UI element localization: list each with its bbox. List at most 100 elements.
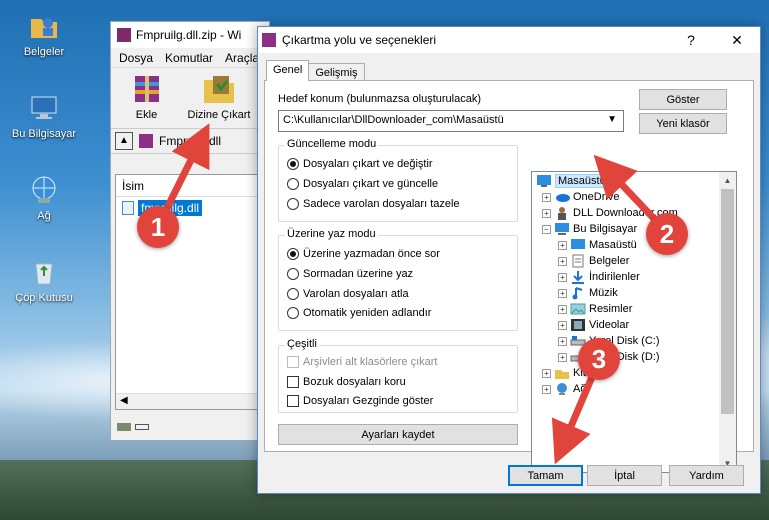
tree-item-label: Masaüstü [589, 239, 637, 251]
overwrite-mode-group: Üzerine yaz modu Üzerine yazmadan önce s… [278, 228, 518, 331]
tree-item-desktop-sub[interactable]: + Masaüstü [558, 237, 637, 253]
radio-label: Sadece varolan dosyaları tazele [303, 198, 460, 210]
destination-path-combo[interactable]: C:\Kullanıcılar\DllDownloader_com\Masaüs… [278, 110, 624, 132]
expand-icon[interactable]: + [542, 192, 551, 202]
expand-icon[interactable]: + [542, 384, 551, 394]
documents-folder-icon [28, 10, 60, 42]
expand-icon[interactable]: + [542, 368, 551, 378]
tab-general[interactable]: Genel [266, 60, 310, 81]
chevron-down-icon[interactable]: ▼ [607, 114, 617, 125]
tree-item-music[interactable]: + Müzik [558, 285, 618, 301]
tree-item-label: Bu Bilgisayar [573, 223, 638, 235]
tree-item-this-pc[interactable]: − Bu Bilgisayar [542, 221, 637, 237]
tree-item-videos[interactable]: + Videolar [558, 317, 629, 333]
radio-extract-replace[interactable]: Dosyaları çıkart ve değiştir [287, 158, 433, 170]
winrar-app-icon [117, 28, 131, 42]
menu-item-tools[interactable]: Araçla [225, 51, 259, 65]
radio-button-checked[interactable] [287, 158, 299, 170]
radio-button-checked[interactable] [287, 248, 299, 260]
radio-button[interactable] [287, 178, 299, 190]
desktop-icon-network[interactable]: Ağ [4, 174, 84, 222]
tab-advanced[interactable]: Gelişmiş [308, 63, 365, 81]
new-folder-button[interactable]: Yeni klasör [639, 113, 727, 134]
expand-icon[interactable]: + [558, 240, 567, 250]
folder-tree[interactable]: Masaüstü + OneDrive + DLL Downloader.com… [531, 171, 737, 473]
expand-icon[interactable]: + [558, 256, 567, 266]
tree-item-onedrive[interactable]: + OneDrive [542, 189, 619, 205]
checkbox-keep-broken-files[interactable]: Bozuk dosyaları koru [287, 376, 406, 388]
expand-icon[interactable]: + [558, 336, 567, 346]
scroll-left-icon[interactable]: ◀ [120, 395, 128, 406]
desktop-icon [536, 174, 552, 188]
general-tab-panel: Hedef konum (bulunmazsa oluşturulacak) C… [264, 80, 754, 473]
column-header-name[interactable]: İsim [116, 175, 268, 197]
show-button[interactable]: Göster [639, 89, 727, 110]
tree-item-desktop[interactable]: Masaüstü [536, 173, 609, 189]
expand-icon[interactable]: + [558, 352, 567, 362]
close-button[interactable]: ✕ [714, 27, 760, 53]
checkbox-show-in-explorer[interactable]: Dosyaları Gezginde göster [287, 395, 433, 407]
help-button[interactable]: Yardım [669, 465, 744, 486]
radio-rename-automatically[interactable]: Otomatik yeniden adlandır [287, 307, 431, 319]
tree-item-documents[interactable]: + Belgeler [558, 253, 629, 269]
horizontal-scrollbar[interactable]: ◀ [116, 393, 268, 409]
radio-freshen-existing[interactable]: Sadece varolan dosyaları tazele [287, 198, 460, 210]
winrar-toolbar: Ekle Dizine Çıkart [111, 68, 269, 128]
add-button[interactable]: Ekle [119, 72, 174, 124]
checkbox-label: Dosyaları Gezginde göster [303, 395, 434, 407]
tree-vertical-scrollbar[interactable]: ▲ ▼ [719, 172, 736, 472]
radio-skip-existing[interactable]: Varolan dosyaları atla [287, 288, 409, 300]
radio-button[interactable] [287, 198, 299, 210]
checkbox-extract-subfolders[interactable]: Arşivleri alt klasörlere çıkart [287, 356, 437, 368]
misc-title: Çeşitli [285, 338, 319, 350]
annotation-step-2: 2 [646, 213, 688, 255]
expand-icon[interactable]: + [558, 288, 567, 298]
tree-item-downloads[interactable]: + İndirilenler [558, 269, 640, 285]
drive-status-icon [117, 423, 131, 431]
scroll-up-icon[interactable]: ▲ [719, 172, 736, 189]
desktop-icon-label: Bu Bilgisayar [11, 128, 77, 140]
tree-item-network[interactable]: + Ağ [542, 381, 586, 397]
save-settings-button[interactable]: Ayarları kaydet [278, 424, 518, 445]
winrar-path-bar: ▲ Fmpruilg.dll [111, 128, 269, 154]
dialog-title-bar[interactable]: Çıkartma yolu ve seçenekleri ? ✕ [258, 27, 760, 53]
extract-options-dialog: Çıkartma yolu ve seçenekleri ? ✕ Genel G… [257, 26, 761, 494]
winrar-title-bar[interactable]: Fmpruilg.dll.zip - Wi [111, 22, 269, 48]
tree-item-label: İndirilenler [589, 271, 640, 283]
cancel-button[interactable]: İptal [587, 465, 662, 486]
desktop-icon-label: Belgeler [23, 46, 65, 58]
overwrite-mode-title: Üzerine yaz modu [285, 228, 378, 240]
tree-item-pictures[interactable]: + Resimler [558, 301, 632, 317]
desktop-icon-this-pc[interactable]: Bu Bilgisayar [4, 92, 84, 140]
radio-extract-update[interactable]: Dosyaları çıkart ve güncelle [287, 178, 438, 190]
extract-to-button-label: Dizine Çıkart [187, 109, 251, 121]
computer-icon [554, 222, 570, 236]
collapse-icon[interactable]: − [542, 224, 551, 234]
radio-button[interactable] [287, 268, 299, 280]
expand-icon[interactable]: + [558, 272, 567, 282]
radio-ask-before-overwrite[interactable]: Üzerine yazmadan önce sor [287, 248, 440, 260]
checkbox-label: Arşivleri alt klasörlere çıkart [303, 356, 438, 368]
tree-item-label: Belgeler [589, 255, 630, 267]
archive-icon [139, 134, 153, 148]
up-folder-icon[interactable]: ▲ [115, 132, 133, 150]
expand-icon[interactable]: + [558, 304, 567, 314]
documents-icon [570, 254, 586, 268]
menu-item-file[interactable]: Dosya [119, 51, 153, 65]
dialog-tabs: Genel Gelişmiş [266, 60, 365, 82]
checkbox[interactable] [287, 376, 299, 388]
radio-button[interactable] [287, 307, 299, 319]
expand-icon[interactable]: + [542, 208, 551, 218]
expand-icon[interactable]: + [558, 320, 567, 330]
desktop-icon-documents[interactable]: Belgeler [4, 10, 84, 58]
menu-item-commands[interactable]: Komutlar [165, 51, 213, 65]
scrollbar-thumb[interactable] [721, 189, 734, 414]
help-title-button[interactable]: ? [668, 27, 714, 53]
radio-button[interactable] [287, 288, 299, 300]
ok-button[interactable]: Tamam [508, 465, 583, 486]
checkbox[interactable] [287, 395, 299, 407]
radio-overwrite-without-prompt[interactable]: Sormadan üzerine yaz [287, 268, 413, 280]
add-button-label: Ekle [135, 109, 158, 121]
desktop-icon-recycle-bin[interactable]: Çöp Kutusu [4, 256, 84, 304]
extract-to-button[interactable]: Dizine Çıkart [184, 72, 254, 124]
